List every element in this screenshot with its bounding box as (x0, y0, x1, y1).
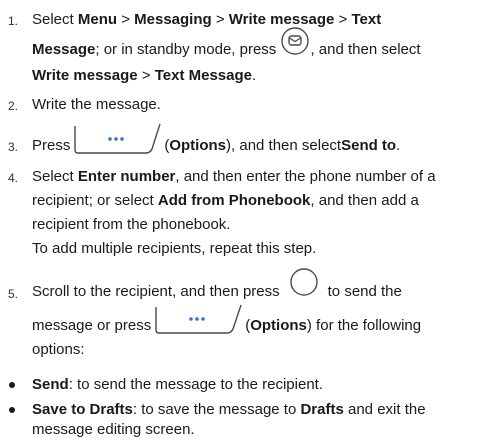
instructions-document: 1. Select Menu > Messaging > Write messa… (0, 0, 496, 439)
step-4-line-3: recipient from the phonebook. (32, 216, 231, 233)
step-4-line-1: Select Enter number, and then enter the … (32, 165, 490, 189)
message-key-icon (280, 26, 310, 64)
separator: > (117, 11, 135, 28)
bullet-send: Send: to send the message to the recipie… (9, 373, 490, 397)
step-text: Scroll to the recipient, and then press (32, 283, 280, 300)
send-to-term: Send to (341, 137, 397, 154)
drafts-term: Drafts (300, 401, 344, 418)
step-number: 5. (8, 287, 19, 301)
step-3: 3. Press (Options), and then select Send… (8, 122, 490, 158)
enter-number-term: Enter number (77, 168, 176, 185)
add-from-phonebook-term: Add from Phonebook (157, 192, 311, 209)
step-1: 1. Select Menu > Messaging > Write messa… (8, 8, 490, 88)
step-text: ) for the following (306, 317, 422, 334)
separator: > (334, 11, 352, 28)
options-term: Options (250, 317, 307, 334)
bullet-save-to-drafts: Save to Drafts: to save the message to D… (9, 398, 490, 442)
messaging-term: Messaging (134, 11, 212, 28)
step-text: to send the (327, 283, 402, 300)
center-key-icon (284, 268, 324, 304)
step-1-line-3: Write message > Text Message. (32, 64, 490, 88)
separator: > (211, 11, 229, 28)
step-text: message or press (32, 317, 152, 334)
step-number: 3. (8, 140, 19, 154)
options-softkey-icon (72, 122, 162, 158)
step-5-line-2: message or press (Options) for the follo… (32, 304, 490, 338)
step-2: 2. Write the message. (8, 93, 490, 117)
step-text: ; or in standby mode, press (95, 40, 281, 58)
message-term: Message (32, 40, 96, 58)
step-4-line-2: recipient; or select Add from Phonebook,… (32, 189, 490, 213)
step-text: Press (32, 137, 71, 154)
step-5-line-3: options: (32, 341, 85, 358)
step-1-line-2: Message; or in standby mode, press , and… (32, 27, 490, 64)
step-text: Select (32, 168, 78, 185)
step-number: 1. (8, 14, 19, 28)
step-text: recipient; or select (32, 192, 158, 209)
text-message-term: Text Message (154, 67, 252, 84)
step-text: , and then enter the phone number of a (175, 168, 436, 185)
save-to-drafts-term: Save to Drafts (32, 401, 133, 418)
step-text: , and then add a (310, 192, 419, 209)
step-4: 4. Select Enter number, and then enter t… (8, 165, 490, 261)
bullet-text: : to save the message to (132, 401, 301, 418)
step-5-line-1: Scroll to the recipient, and then press … (32, 268, 490, 304)
menu-term: Menu (77, 11, 118, 28)
bullet-text: : to send the message to the recipient. (68, 376, 324, 393)
step-4-line-4: To add multiple recipients, repeat this … (32, 240, 317, 257)
step-text: , and then select (310, 40, 421, 58)
write-message-term: Write message (32, 67, 138, 84)
bullet-dot (9, 407, 15, 413)
punctuation: . (396, 137, 401, 154)
separator: > (137, 67, 155, 84)
options-term: Options (169, 137, 227, 154)
step-number: 4. (8, 171, 19, 185)
step-text: Select (32, 11, 78, 28)
step-3-line: Press (Options), and then select Send to… (32, 122, 490, 158)
options-softkey-icon (153, 304, 243, 338)
step-1-line-1: Select Menu > Messaging > Write message … (32, 8, 490, 32)
step-number: 2. (8, 99, 19, 113)
step-5: 5. Scroll to the recipient, and then pre… (8, 268, 490, 362)
punctuation: . (251, 67, 257, 84)
step-text: ), and then select (226, 137, 342, 154)
text-term: Text (351, 11, 382, 28)
bullet-text: and exit the (343, 401, 426, 418)
bullet-dot (9, 382, 15, 388)
step-text: Write the message. (32, 96, 161, 113)
send-term: Send (32, 376, 69, 393)
